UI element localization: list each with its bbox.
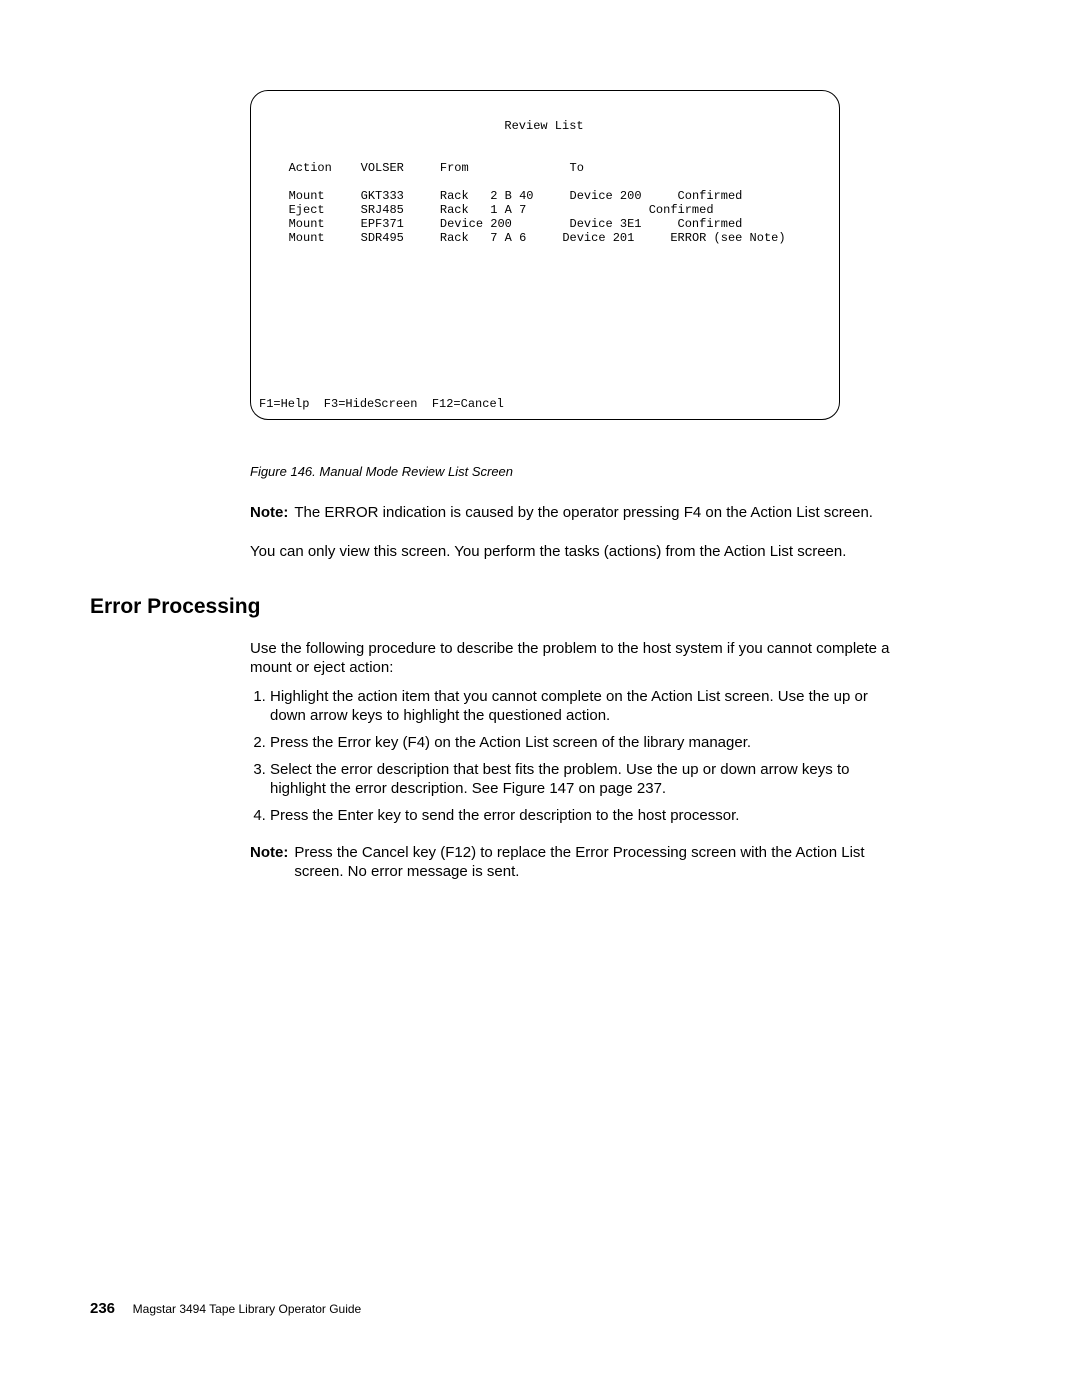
note-block: Note: The ERROR indication is caused by …: [250, 503, 890, 522]
terminal-title: Review List: [267, 119, 821, 133]
paragraph: You can only view this screen. You perfo…: [250, 542, 890, 561]
list-item: Select the error description that best f…: [270, 760, 890, 798]
book-title: Magstar 3494 Tape Library Operator Guide: [133, 1302, 362, 1316]
note-label: Note:: [250, 503, 288, 522]
procedure-list: Highlight the action item that you canno…: [250, 687, 890, 825]
paragraph: Use the following procedure to describe …: [250, 639, 890, 677]
note-text: The ERROR indication is caused by the op…: [294, 503, 873, 522]
terminal-row: Mount SDR495 Rack 7 A 6 Device 201 ERROR…: [267, 231, 786, 245]
terminal-function-keys: F1=Help F3=HideScreen F12=Cancel: [259, 397, 504, 411]
page-number: 236: [90, 1300, 115, 1317]
page-footer: 236 Magstar 3494 Tape Library Operator G…: [90, 1300, 361, 1317]
list-item: Press the Enter key to send the error de…: [270, 806, 890, 825]
terminal-row: Eject SRJ485 Rack 1 A 7 Confirmed: [267, 203, 714, 217]
list-item: Press the Error key (F4) on the Action L…: [270, 733, 890, 752]
note-block: Note: Press the Cancel key (F12) to repl…: [250, 843, 890, 881]
terminal-row: Mount EPF371 Device 200 Device 3E1 Confi…: [267, 217, 742, 231]
note-text: Press the Cancel key (F12) to replace th…: [294, 843, 890, 881]
list-item: Highlight the action item that you canno…: [270, 687, 890, 725]
figure-caption: Figure 146. Manual Mode Review List Scre…: [250, 464, 840, 479]
section-heading: Error Processing: [90, 595, 980, 619]
note-label: Note:: [250, 843, 288, 881]
terminal-header: Action VOLSER From To: [267, 161, 584, 175]
review-list-terminal: Review List Action VOLSER From To Mount …: [250, 90, 840, 420]
terminal-row: Mount GKT333 Rack 2 B 40 Device 200 Conf…: [267, 189, 742, 203]
figure-area: Review List Action VOLSER From To Mount …: [250, 90, 840, 479]
